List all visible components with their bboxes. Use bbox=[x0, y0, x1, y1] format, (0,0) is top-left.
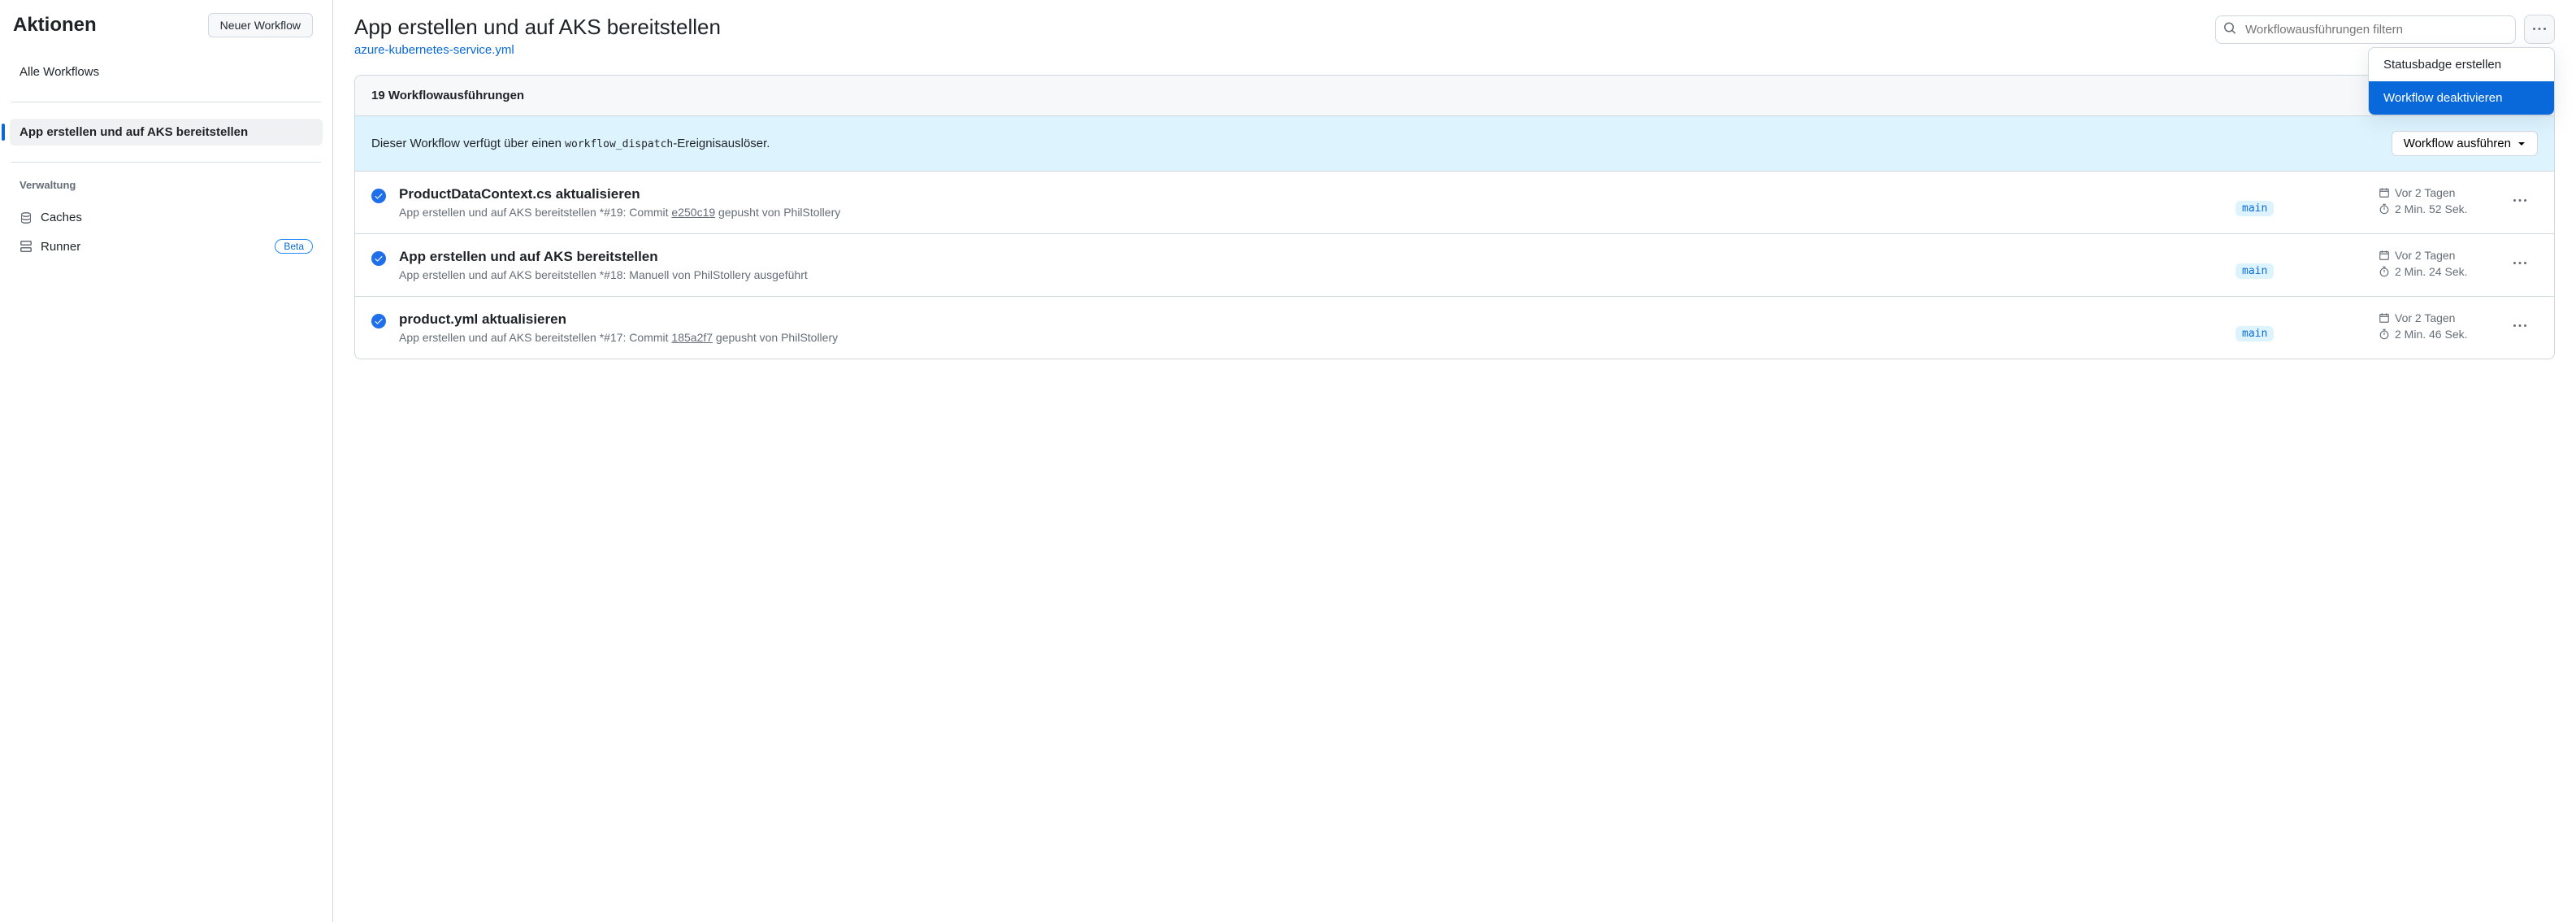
workflow-dropdown-menu: Statusbadge erstellen Workflow deaktivie… bbox=[2368, 47, 2555, 115]
branch-badge[interactable]: main bbox=[2236, 326, 2274, 341]
success-icon bbox=[371, 251, 386, 266]
run-commit-link[interactable]: 185a2f7 bbox=[671, 331, 713, 344]
branch-badge[interactable]: main bbox=[2236, 263, 2274, 279]
nav-caches[interactable]: Caches bbox=[10, 204, 323, 231]
run-duration: 2 Min. 46 Sek. bbox=[2379, 328, 2500, 341]
nav-all-workflows-label: Alle Workflows bbox=[20, 65, 99, 79]
run-duration: 2 Min. 24 Sek. bbox=[2379, 265, 2500, 278]
nav-workflow-selected-label: App erstellen und auf AKS bereitstellen bbox=[20, 125, 248, 139]
run-desc-prefix: *#17: Commit bbox=[600, 331, 672, 344]
nav-runner[interactable]: Runner Beta bbox=[10, 233, 323, 260]
kebab-horizontal-icon bbox=[2513, 320, 2526, 333]
workflow-dispatch-banner: Dieser Workflow verfügt über einen workf… bbox=[355, 116, 2554, 172]
filter-runs-input[interactable] bbox=[2215, 15, 2516, 44]
run-time-label: Vor 2 Tagen bbox=[2395, 311, 2455, 324]
run-duration-label: 2 Min. 24 Sek. bbox=[2395, 265, 2468, 278]
kebab-horizontal-icon bbox=[2533, 23, 2546, 36]
kebab-horizontal-icon bbox=[2513, 194, 2526, 207]
nav-workflow-selected[interactable]: App erstellen und auf AKS bereitstellen bbox=[10, 119, 323, 146]
calendar-icon bbox=[2379, 250, 2390, 261]
calendar-icon bbox=[2379, 312, 2390, 324]
run-row[interactable]: ProductDataContext.cs aktualisieren App … bbox=[355, 172, 2554, 234]
run-description: App erstellen und auf AKS bereitstellen … bbox=[399, 206, 2223, 219]
run-workflow-button-label: Workflow ausführen bbox=[2404, 137, 2511, 150]
run-time-label: Vor 2 Tagen bbox=[2395, 186, 2455, 199]
nav-runner-label: Runner bbox=[41, 240, 80, 254]
nav-management-heading: Verwaltung bbox=[0, 171, 332, 196]
dispatch-text: Dieser Workflow verfügt über einen workf… bbox=[371, 137, 770, 150]
nav-divider bbox=[11, 162, 321, 163]
nav-all-workflows[interactable]: Alle Workflows bbox=[10, 59, 323, 85]
run-description: App erstellen und auf AKS bereitstellen … bbox=[399, 331, 2223, 344]
dropdown-disable-workflow[interactable]: Workflow deaktivieren bbox=[2369, 81, 2554, 115]
run-time-label: Vor 2 Tagen bbox=[2395, 249, 2455, 262]
run-title: App erstellen und auf AKS bereitstellen bbox=[399, 249, 2223, 265]
run-desc-workflow: App erstellen und auf AKS bereitstellen bbox=[399, 331, 600, 344]
run-row[interactable]: product.yml aktualisieren App erstellen … bbox=[355, 297, 2554, 359]
run-menu-button[interactable] bbox=[2513, 186, 2538, 210]
run-duration-label: 2 Min. 52 Sek. bbox=[2395, 202, 2468, 215]
run-time: Vor 2 Tagen bbox=[2379, 311, 2500, 324]
run-workflow-button[interactable]: Workflow ausführen bbox=[2392, 131, 2538, 156]
sidebar-title: Aktionen bbox=[13, 14, 97, 37]
page-title: App erstellen und auf AKS bereitstellen bbox=[354, 15, 721, 40]
branch-badge[interactable]: main bbox=[2236, 201, 2274, 216]
stopwatch-icon bbox=[2379, 266, 2390, 277]
run-desc-prefix: *#18: Manuell von PhilStollery ausgeführ… bbox=[600, 268, 808, 281]
workflow-file-link[interactable]: azure-kubernetes-service.yml bbox=[354, 43, 514, 57]
database-icon bbox=[20, 211, 33, 224]
run-desc-suffix: gepusht von PhilStollery bbox=[713, 331, 838, 344]
run-time: Vor 2 Tagen bbox=[2379, 249, 2500, 262]
run-menu-button[interactable] bbox=[2513, 249, 2538, 272]
calendar-icon bbox=[2379, 187, 2390, 198]
stopwatch-icon bbox=[2379, 328, 2390, 340]
kebab-horizontal-icon bbox=[2513, 257, 2526, 270]
dispatch-text-before: Dieser Workflow verfügt über einen bbox=[371, 137, 565, 150]
success-icon bbox=[371, 189, 386, 203]
search-icon bbox=[2223, 22, 2236, 37]
workflow-menu-button[interactable] bbox=[2524, 15, 2555, 44]
run-desc-suffix: gepusht von PhilStollery bbox=[715, 206, 840, 219]
caret-down-icon bbox=[2517, 140, 2526, 148]
run-title: ProductDataContext.cs aktualisieren bbox=[399, 186, 2223, 202]
run-desc-prefix: *#19: Commit bbox=[600, 206, 672, 219]
run-duration-label: 2 Min. 46 Sek. bbox=[2395, 328, 2468, 341]
runs-count: 19 Workflowausführungen bbox=[371, 89, 524, 102]
run-desc-workflow: App erstellen und auf AKS bereitstellen bbox=[399, 268, 600, 281]
run-time: Vor 2 Tagen bbox=[2379, 186, 2500, 199]
run-menu-button[interactable] bbox=[2513, 311, 2538, 335]
success-icon bbox=[371, 314, 386, 328]
beta-badge: Beta bbox=[275, 239, 313, 254]
dispatch-text-after: -Ereignisauslöser. bbox=[673, 137, 770, 150]
main-content: App erstellen und auf AKS bereitstellen … bbox=[333, 0, 2576, 922]
run-title: product.yml aktualisieren bbox=[399, 311, 2223, 328]
dispatch-code: workflow_dispatch bbox=[565, 138, 673, 150]
run-commit-link[interactable]: e250c19 bbox=[671, 206, 715, 219]
runs-box: 19 Workflowausführungen Ereignis Status … bbox=[354, 75, 2555, 359]
dropdown-create-status-badge[interactable]: Statusbadge erstellen bbox=[2369, 48, 2554, 81]
sidebar: Aktionen Neuer Workflow Alle Workflows A… bbox=[0, 0, 333, 922]
run-row[interactable]: App erstellen und auf AKS bereitstellen … bbox=[355, 234, 2554, 297]
run-description: App erstellen und auf AKS bereitstellen … bbox=[399, 268, 2223, 281]
run-duration: 2 Min. 52 Sek. bbox=[2379, 202, 2500, 215]
run-desc-workflow: App erstellen und auf AKS bereitstellen bbox=[399, 206, 600, 219]
nav-caches-label: Caches bbox=[41, 211, 82, 224]
server-icon bbox=[20, 240, 33, 253]
new-workflow-button[interactable]: Neuer Workflow bbox=[208, 13, 313, 37]
stopwatch-icon bbox=[2379, 203, 2390, 215]
